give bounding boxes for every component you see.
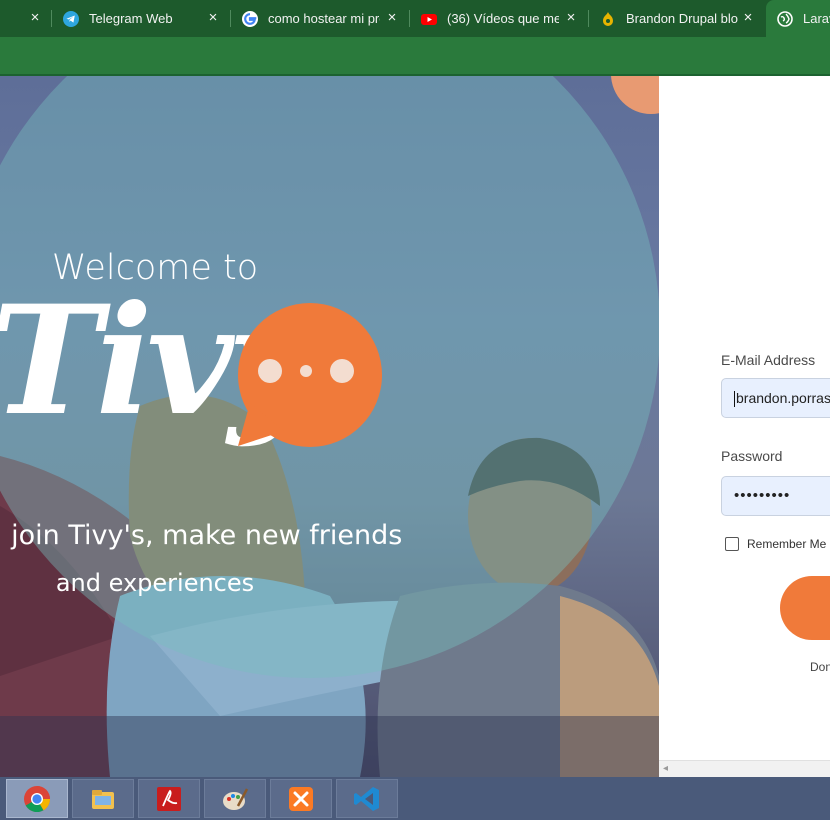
close-tab-icon[interactable]: ×: [203, 8, 223, 28]
browser-tab-strip: × Telegram Web × como hostear mi pro × (…: [0, 0, 830, 37]
tab-title: (36) Vídeos que me gu: [447, 11, 559, 26]
email-value: brandon.porras: [736, 390, 830, 406]
remember-me-label: Remember Me: [747, 537, 827, 551]
acrobat-icon: [157, 786, 181, 811]
password-label: Password: [721, 448, 783, 464]
close-tab-icon[interactable]: ×: [738, 8, 758, 28]
hero-tagline-line2: and experiences: [55, 569, 255, 597]
taskbar-xampp[interactable]: [270, 779, 332, 818]
password-value: •••••••••: [734, 487, 791, 504]
text-caret: [734, 391, 735, 408]
taskbar-acrobat[interactable]: [138, 779, 200, 818]
remember-me[interactable]: Remember Me: [725, 537, 826, 551]
browser-tab-laravel[interactable]: Larav: [766, 0, 830, 37]
email-field[interactable]: brandon.porras: [721, 378, 830, 418]
telegram-icon: [63, 10, 79, 27]
browser-tab-telegram[interactable]: Telegram Web ×: [52, 0, 230, 37]
file-explorer-icon: [92, 789, 114, 809]
google-icon: [242, 10, 258, 27]
chat-bubble-icon: [238, 303, 382, 447]
tab-title: Brandon Drupal blo: [626, 11, 738, 26]
horizontal-scrollbar[interactable]: ◂: [659, 760, 830, 777]
tab-title: como hostear mi pro: [268, 11, 380, 26]
hero-tagline-line1: , join Tivy's, make new friends: [0, 520, 403, 551]
taskbar-chrome[interactable]: [6, 779, 68, 818]
login-panel: E-Mail Address brandon.porras Password •…: [659, 76, 830, 777]
hero-section: Welcome to Tivy , join Tivy's, make new …: [0, 76, 659, 777]
page-viewport: Welcome to Tivy , join Tivy's, make new …: [0, 76, 830, 777]
vscode-icon: [354, 786, 379, 811]
paint-icon: [223, 787, 249, 810]
browser-tab-drupal[interactable]: Brandon Drupal blo ×: [589, 0, 765, 37]
taskbar: [0, 777, 830, 820]
tab-title: Larav: [803, 11, 830, 26]
taskbar-file-explorer[interactable]: [72, 779, 134, 818]
browser-tab-google[interactable]: como hostear mi pro ×: [231, 0, 409, 37]
youtube-icon: [421, 13, 437, 25]
globe-icon: [777, 10, 793, 27]
tab-title: Telegram Web: [89, 11, 173, 26]
xampp-icon: [289, 786, 313, 811]
login-button[interactable]: [780, 576, 830, 640]
taskbar-paint[interactable]: [204, 779, 266, 818]
browser-toolbar: [0, 37, 830, 76]
email-label: E-Mail Address: [721, 352, 816, 368]
close-tab-icon[interactable]: ×: [561, 8, 581, 28]
register-prompt-text: Don: [810, 660, 830, 674]
chrome-icon: [24, 785, 51, 812]
scroll-left-arrow-icon[interactable]: ◂: [663, 763, 668, 774]
remember-me-checkbox[interactable]: [725, 537, 739, 551]
close-tab-icon[interactable]: ×: [382, 8, 402, 28]
taskbar-vscode[interactable]: [336, 779, 398, 818]
password-field[interactable]: •••••••••: [721, 476, 830, 516]
browser-tab-youtube[interactable]: (36) Vídeos que me gu ×: [410, 0, 588, 37]
close-tab-icon[interactable]: ×: [25, 8, 45, 28]
browser-tab-partial[interactable]: ×: [0, 0, 52, 37]
drupal-icon: [603, 11, 613, 26]
